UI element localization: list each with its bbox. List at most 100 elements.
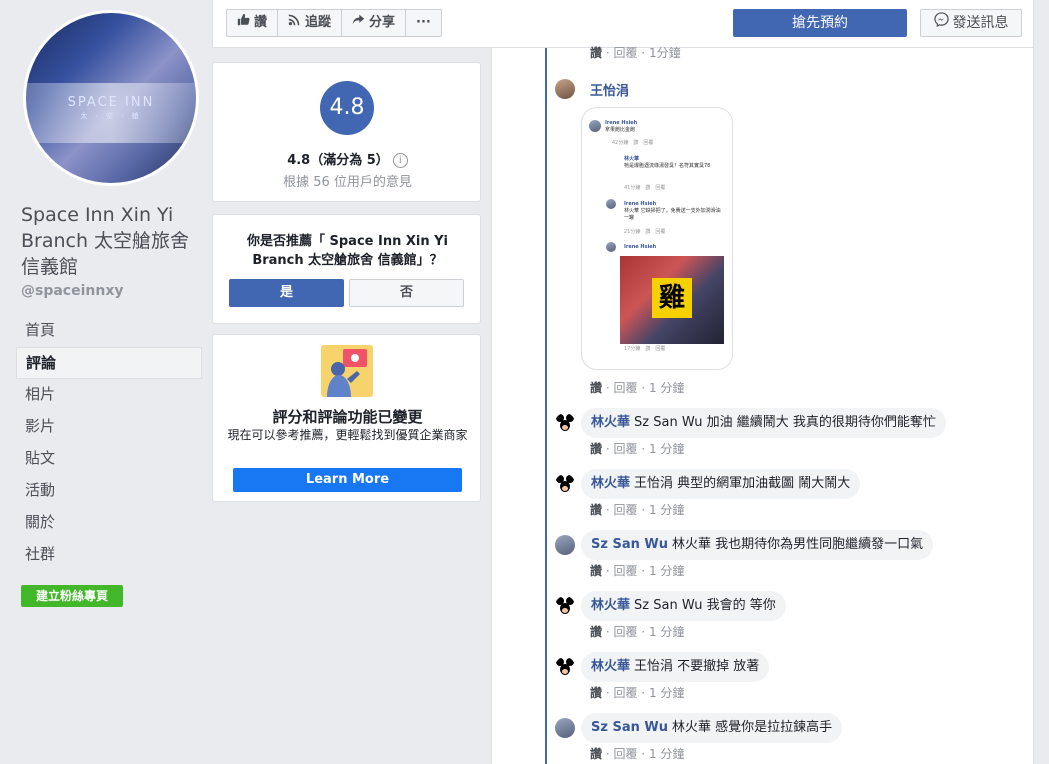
avatar[interactable] xyxy=(555,79,575,99)
follow-button[interactable]: 追蹤 xyxy=(278,10,343,36)
more-options-button[interactable]: ··· xyxy=(406,10,441,36)
info-icon[interactable]: i xyxy=(392,153,408,168)
like-link[interactable]: 讚 xyxy=(590,503,602,517)
timestamp: 1 分鐘 xyxy=(648,381,685,395)
comment-author[interactable]: 林火華 xyxy=(591,598,630,613)
reply-link[interactable]: 回覆 xyxy=(613,503,637,517)
reply-link[interactable]: 回覆 xyxy=(613,625,637,639)
avatar[interactable] xyxy=(555,535,575,555)
nav-item-home[interactable]: 首頁 xyxy=(16,315,202,347)
nav-item-community[interactable]: 社群 xyxy=(16,539,202,571)
recommendation-illustration xyxy=(321,345,373,397)
screenshot-meta: 21分鐘 讚 回覆 xyxy=(624,229,666,235)
rating-summary-text: 4.8（滿分為 5） xyxy=(287,153,389,168)
like-page-button[interactable]: 讚 xyxy=(227,10,279,36)
screenshot-meta: 42分鐘 讚 回覆 xyxy=(612,140,654,146)
page-title[interactable]: Space Inn Xin Yi Branch 太空艙旅舍 信義館 xyxy=(21,202,211,280)
avatar[interactable] xyxy=(555,596,575,616)
comment-author[interactable]: 王怡涓 xyxy=(590,80,629,99)
avatar-photo: SPACE INN 太 · 空 · 艙 xyxy=(26,13,196,183)
reply-link[interactable]: 回覆 xyxy=(613,442,637,456)
comment-bubble: 林火華 Sz San Wu 加油 繼續鬧大 我真的很期待你們能奪忙 xyxy=(581,408,946,438)
share-label: 分享 xyxy=(369,15,396,30)
create-page-button[interactable]: 建立粉絲專頁 xyxy=(21,585,123,607)
nav-item-photos[interactable]: 相片 xyxy=(16,379,202,411)
like-link[interactable]: 讚 xyxy=(590,686,602,700)
like-link[interactable]: 讚 xyxy=(590,747,602,761)
comment-text: 王怡涓 典型的網軍加油截圖 鬧大鬧大 xyxy=(634,476,851,491)
send-message-button[interactable]: 發送訊息 xyxy=(920,9,1022,37)
mickey-mouth xyxy=(562,669,568,674)
avatar[interactable] xyxy=(555,413,575,433)
page-avatar[interactable]: SPACE INN 太 · 空 · 艙 xyxy=(23,10,199,186)
share-button[interactable]: 分享 xyxy=(342,10,407,36)
comment-bubble: 林火華 王怡涓 不要撤掉 放著 xyxy=(581,652,770,682)
screenshot-name: 林火華 xyxy=(624,156,640,162)
recommend-yes-button[interactable]: 是 xyxy=(229,279,344,307)
rating-basis: 根據 56 位用戶的意見 xyxy=(283,175,412,190)
screenshot-meta: 17分鐘 讚 回覆 xyxy=(624,346,666,352)
share-arrow-icon xyxy=(352,10,365,36)
messenger-icon xyxy=(933,10,949,36)
comment-text: 王怡涓 不要撤掉 放著 xyxy=(634,659,760,674)
avatar[interactable] xyxy=(555,474,575,494)
reply-link[interactable]: 回覆 xyxy=(613,686,637,700)
comment-actions: 讚 · 回覆 · 1 分鐘 xyxy=(590,503,685,517)
timestamp: 1 分鐘 xyxy=(648,442,685,456)
reply-link[interactable]: 回覆 xyxy=(613,381,637,395)
comment-author[interactable]: 林火華 xyxy=(591,415,630,430)
comment-text: 林火華 感覺你是拉拉鍊高手 xyxy=(671,720,833,735)
timestamp: 1 分鐘 xyxy=(648,625,685,639)
reviews-changed-card: 評分和評論功能已變更 現在可以參考推薦，更輕鬆找到優質企業商家 Learn Mo… xyxy=(212,334,481,502)
rss-icon xyxy=(288,10,301,36)
nav-item-posts[interactable]: 貼文 xyxy=(16,443,202,475)
reply-link[interactable]: 回覆 xyxy=(613,46,637,60)
mickey-mouth xyxy=(562,425,568,430)
comment-author[interactable]: 林火華 xyxy=(591,659,630,674)
recommend-no-button[interactable]: 否 xyxy=(349,279,464,307)
page-handle[interactable]: @spaceinnxy xyxy=(21,283,123,299)
comment-author[interactable]: Sz San Wu xyxy=(591,720,668,735)
screenshot-text: 拿果飽比金飽 xyxy=(605,127,636,133)
nav-item-events[interactable]: 活動 xyxy=(16,475,202,507)
nav-item-reviews[interactable]: 評論 xyxy=(16,347,202,379)
comment-image-screenshot[interactable]: Irene Hsieh 拿果飽比金飽 42分鐘 讚 回覆 林火華 牠是爆胞遇流綠… xyxy=(581,107,733,370)
nav-item-about[interactable]: 關於 xyxy=(16,507,202,539)
like-link[interactable]: 讚 xyxy=(590,625,602,639)
comment-actions: 讚 · 回覆 · 1 分鐘 xyxy=(590,625,685,639)
avatar xyxy=(606,242,616,252)
screenshot-text: 牠是爆胞遇流綠湯發臭！名符其實臭78 xyxy=(624,163,711,169)
like-link[interactable]: 讚 xyxy=(590,46,602,60)
comment-author[interactable]: 林火華 xyxy=(591,476,630,491)
like-link[interactable]: 讚 xyxy=(590,381,602,395)
notice-title: 評分和評論功能已變更 xyxy=(272,408,423,426)
comment-bubble: 林火華 Sz San Wu 我會的 等你 xyxy=(581,591,786,621)
mickey-mouth xyxy=(562,486,568,491)
page-nav: 首頁 評論 相片 影片 貼文 活動 關於 社群 xyxy=(16,315,202,571)
comment-bubble: 林火華 王怡涓 典型的網軍加油截圖 鬧大鬧大 xyxy=(581,469,861,499)
nav-item-videos[interactable]: 影片 xyxy=(16,411,202,443)
timestamp: 1 分鐘 xyxy=(648,686,685,700)
book-now-button[interactable]: 搶先預約 xyxy=(733,9,907,37)
comment-actions: 讚 · 回覆 · 1 分鐘 xyxy=(590,564,685,578)
reply-link[interactable]: 回覆 xyxy=(613,747,637,761)
comment-bubble: Sz San Wu 林火華 我也期待你為男性同胞繼續發一口氣 xyxy=(581,530,934,560)
comment-author[interactable]: Sz San Wu xyxy=(591,537,668,552)
reply-link[interactable]: 回覆 xyxy=(613,564,637,578)
learn-more-button[interactable]: Learn More xyxy=(233,468,462,492)
like-link[interactable]: 讚 xyxy=(590,442,602,456)
timestamp: 1分鐘 xyxy=(648,46,681,60)
page-action-bar: 讚 追蹤 分享 ··· 搶先預約 發送訊息 xyxy=(212,0,1034,48)
timestamp: 1 分鐘 xyxy=(648,564,685,578)
timestamp: 1 分鐘 xyxy=(648,503,685,517)
screenshot-name: Irene Hsieh xyxy=(624,244,657,250)
more-dots-icon: ··· xyxy=(416,15,431,30)
comment-actions: 讚 · 回覆 · 1 分鐘 xyxy=(590,686,685,700)
action-button-group: 讚 追蹤 分享 ··· xyxy=(226,9,442,37)
comment-text: Sz San Wu 我會的 等你 xyxy=(634,598,776,613)
notice-body: 現在可以參考推薦，更輕鬆找到優質企業商家 xyxy=(227,428,468,442)
avatar[interactable] xyxy=(555,657,575,677)
comment-actions: 讚 · 回覆 · 1 分鐘 xyxy=(590,381,685,395)
like-link[interactable]: 讚 xyxy=(590,564,602,578)
avatar[interactable] xyxy=(555,718,575,738)
